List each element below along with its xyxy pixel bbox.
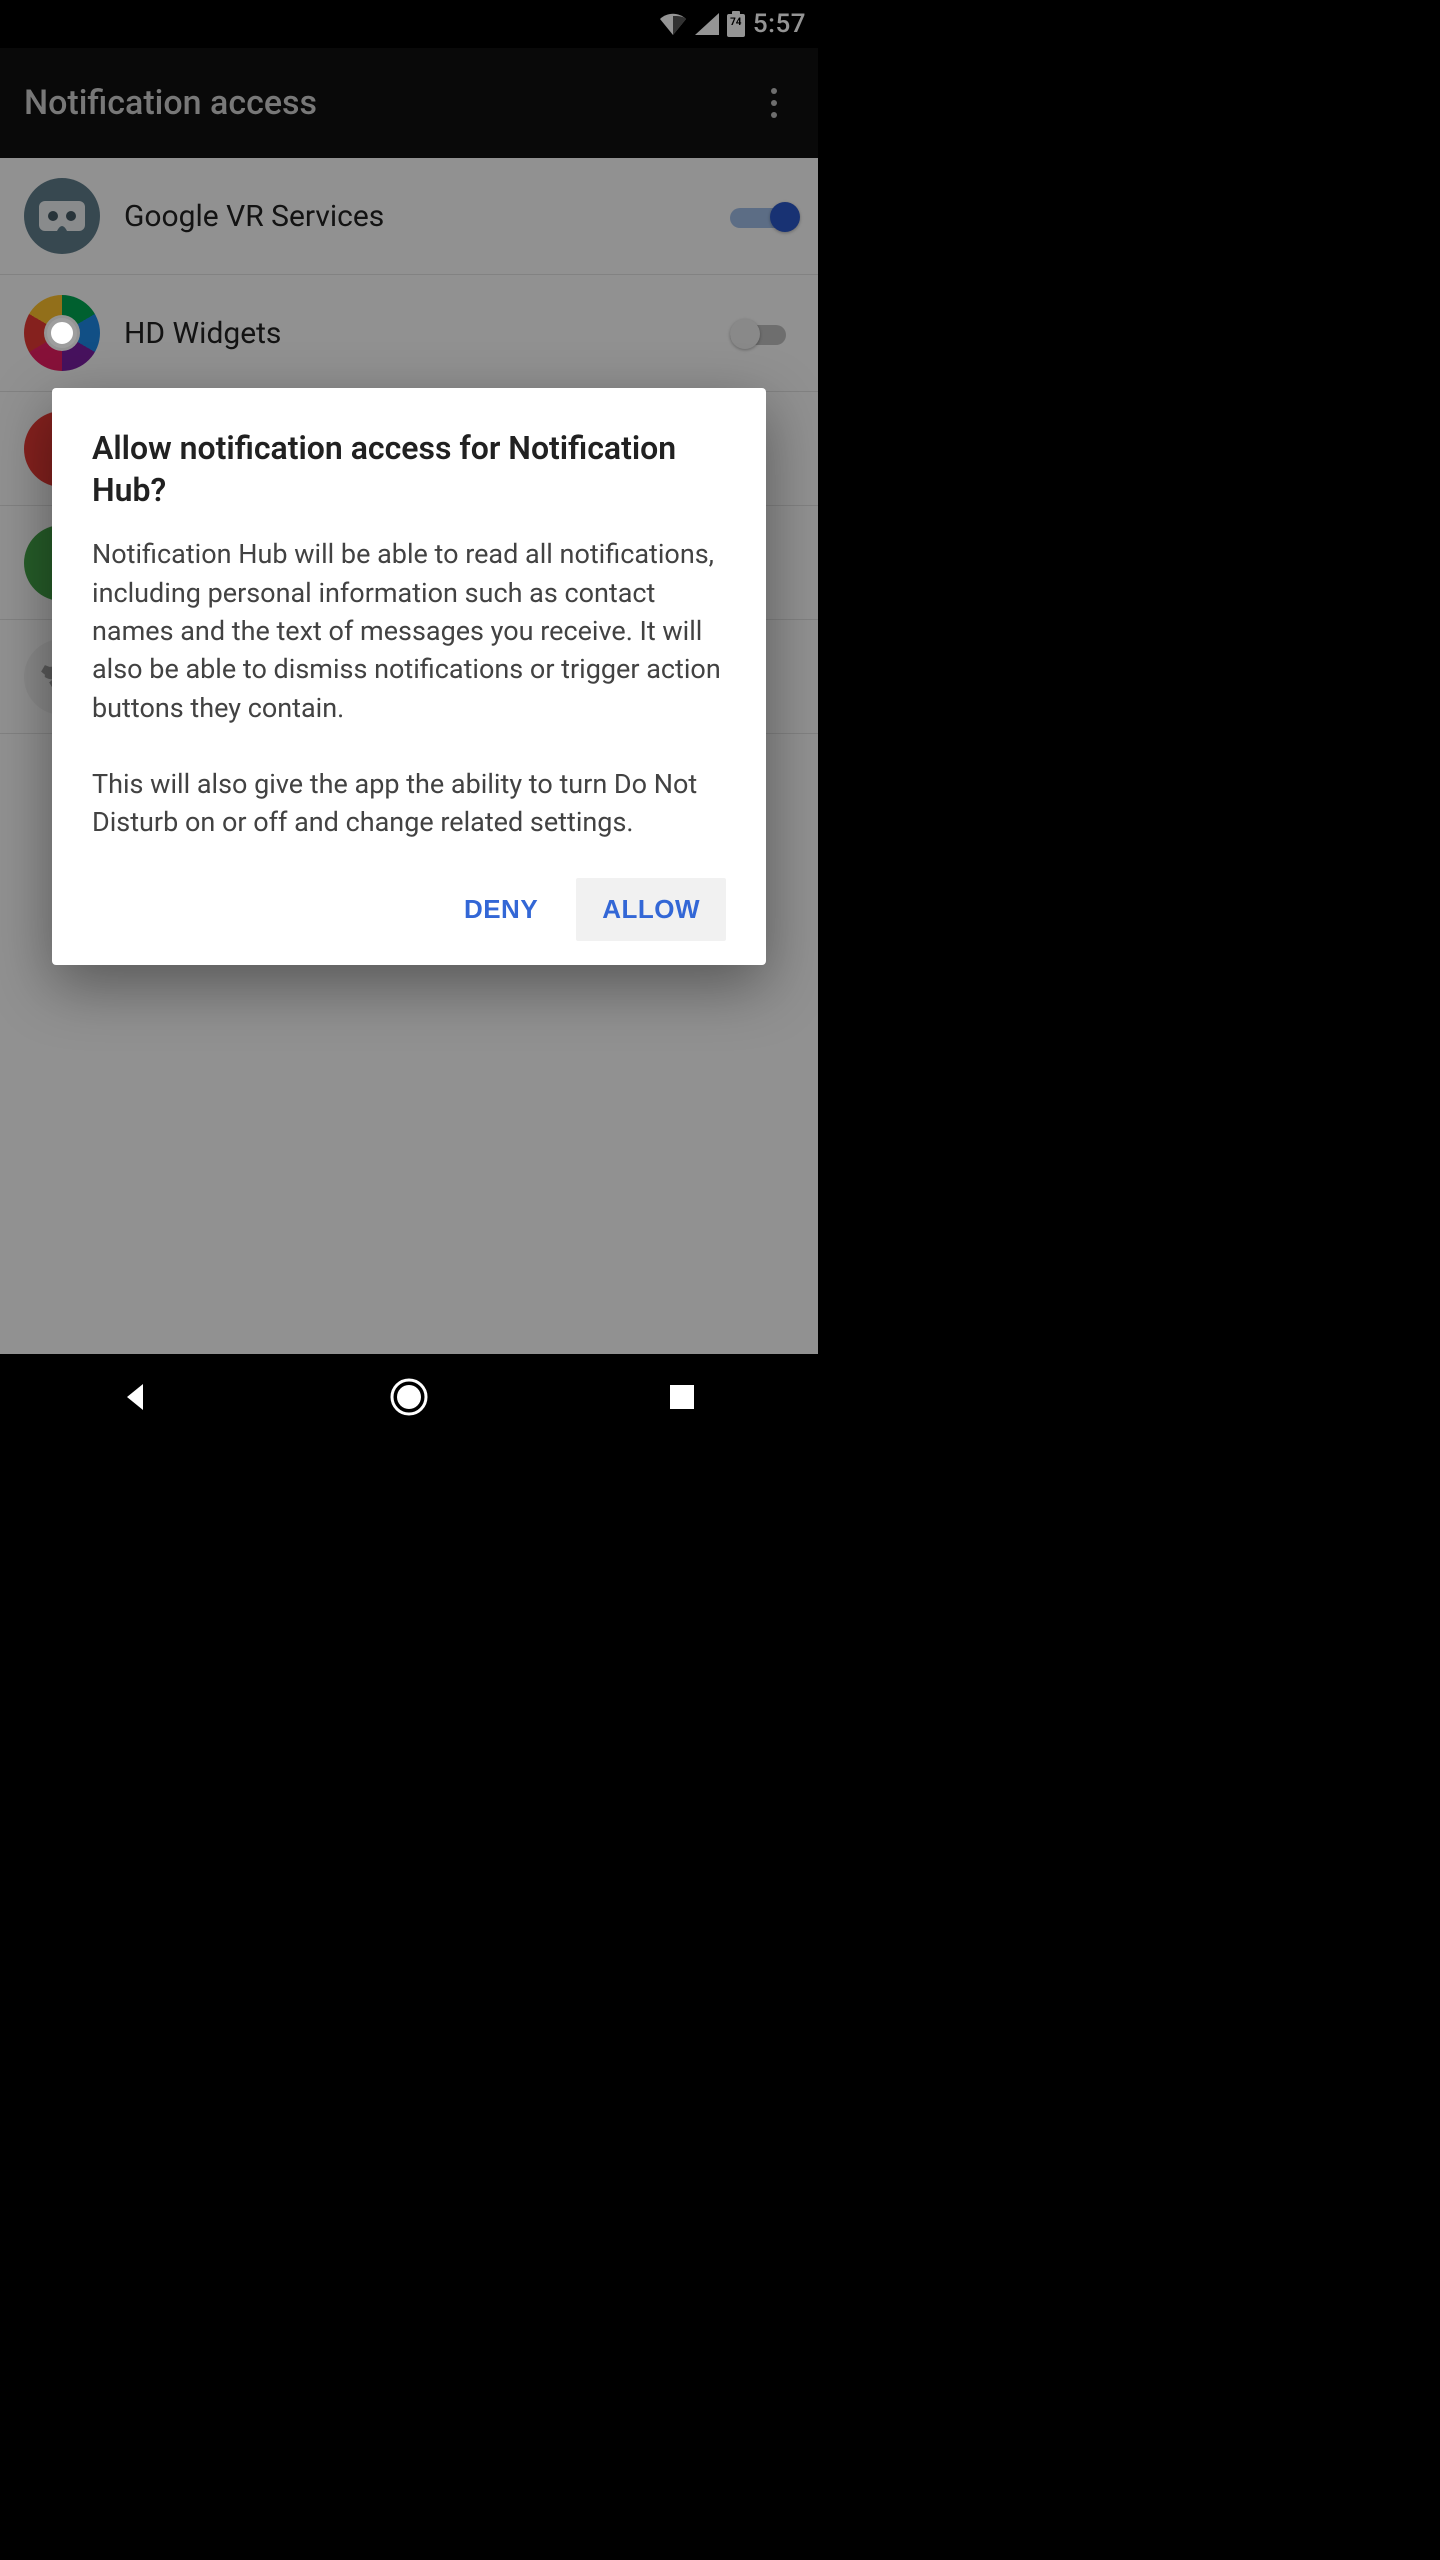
dialog-body: Notification Hub will be able to read al… (92, 535, 726, 842)
allow-button[interactable]: ALLOW (576, 878, 726, 941)
deny-button[interactable]: DENY (438, 878, 564, 941)
back-button[interactable] (111, 1372, 161, 1422)
home-button[interactable] (384, 1372, 434, 1422)
navigation-bar (0, 1354, 818, 1440)
recent-apps-button[interactable] (657, 1372, 707, 1422)
screen: 74 5:57 Notification access Google VR Se… (0, 0, 818, 1440)
dialog-title: Allow notification access for Notificati… (92, 428, 726, 511)
dialog-actions: DENY ALLOW (92, 878, 726, 941)
permission-dialog: Allow notification access for Notificati… (52, 388, 766, 965)
